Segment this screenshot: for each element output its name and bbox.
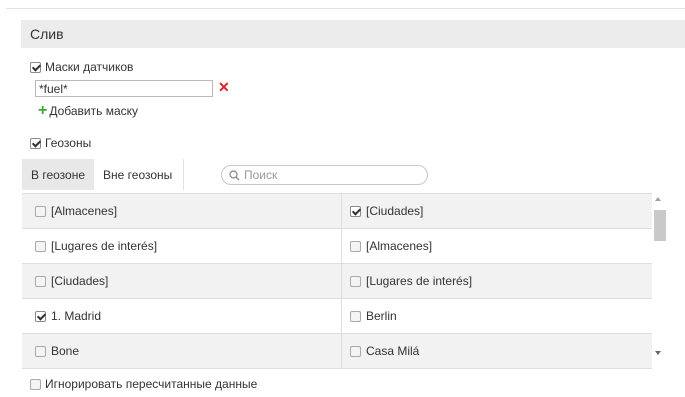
geozone-checkbox[interactable] [350, 345, 361, 357]
add-mask-label: Добавить маску [49, 104, 139, 118]
list-item[interactable]: [Lugares de interés] [341, 264, 652, 298]
geozone-checkbox[interactable] [350, 275, 361, 287]
scroll-thumb[interactable] [654, 210, 666, 241]
list-item[interactable]: [Ciudades] [341, 194, 652, 228]
list-item[interactable]: [Almacenes] [341, 229, 652, 263]
list-item[interactable]: Berlin [341, 299, 652, 333]
geozones-option[interactable]: Геозоны [30, 136, 91, 150]
geozone-label: 1. Madrid [51, 309, 102, 323]
list-item[interactable]: Casa Milá [341, 334, 652, 368]
geozone-label: [Ciudades] [51, 274, 109, 288]
geozone-label: Bone [51, 344, 80, 358]
geozones-checkbox[interactable] [30, 137, 41, 149]
sensor-masks-option[interactable]: Маски датчиков [30, 60, 133, 74]
geozone-label: [Almacenes] [51, 204, 118, 218]
section-header: Слив [21, 20, 685, 48]
geozone-label: [Lugares de interés] [366, 274, 473, 288]
sensor-masks-label: Маски датчиков [45, 60, 134, 74]
geozone-search[interactable] [221, 165, 428, 185]
list-scrollbar[interactable] [652, 193, 666, 365]
scroll-up-icon[interactable] [655, 197, 661, 201]
geozone-checkbox[interactable] [350, 205, 361, 217]
table-row: [Ciudades] [Lugares de interés] [22, 264, 652, 299]
list-item[interactable]: [Almacenes] [22, 194, 341, 228]
ignore-recalculated-label: Игнорировать пересчитанные данные [45, 377, 258, 391]
geozone-label: [Ciudades] [366, 204, 424, 218]
geozone-label: [Almacenes] [366, 239, 433, 253]
geozone-tabs: В геозоне Вне геозоны [22, 159, 191, 190]
table-row: [Lugares de interés] [Almacenes] [22, 229, 652, 264]
search-input[interactable] [244, 168, 414, 182]
list-item[interactable]: 1. Madrid [22, 299, 341, 333]
geozone-label: [Lugares de interés] [51, 239, 158, 253]
table-row: Bone Casa Milá [22, 334, 652, 369]
geozone-checkbox[interactable] [350, 240, 361, 252]
tab-in-geozone[interactable]: В геозоне [22, 159, 95, 190]
close-icon[interactable]: ✕ [218, 79, 230, 96]
geozone-checkbox[interactable] [35, 240, 46, 252]
top-divider [6, 8, 685, 9]
geozones-label: Геозоны [45, 136, 92, 150]
tab-out-geozone[interactable]: Вне геозоны [94, 159, 181, 190]
geozone-checkbox[interactable] [35, 205, 46, 217]
geozone-label: Berlin [366, 309, 397, 323]
geozone-checkbox[interactable] [35, 345, 46, 357]
geozone-label: Casa Milá [366, 344, 420, 358]
search-icon [229, 169, 240, 180]
ignore-recalculated-option[interactable]: Игнорировать пересчитанные данные [30, 377, 257, 391]
list-item[interactable]: [Ciudades] [22, 264, 341, 298]
scroll-down-icon[interactable] [655, 351, 661, 355]
section-title: Слив [30, 26, 64, 42]
geozone-checkbox[interactable] [35, 275, 46, 287]
geozone-list: [Almacenes] [Ciudades] [Lugares de inter… [22, 193, 652, 369]
plus-icon: + [38, 102, 48, 119]
ignore-recalculated-checkbox[interactable] [30, 378, 41, 390]
add-mask-button[interactable]: + Добавить маску [38, 102, 139, 119]
table-row: [Almacenes] [Ciudades] [22, 194, 652, 229]
table-row: 1. Madrid Berlin [22, 299, 652, 334]
sensor-masks-checkbox[interactable] [30, 61, 41, 73]
list-item[interactable]: [Lugares de interés] [22, 229, 341, 263]
list-item[interactable]: Bone [22, 334, 341, 368]
tab-divider [183, 159, 185, 190]
sensor-mask-input[interactable] [35, 80, 213, 97]
geozone-checkbox[interactable] [35, 310, 46, 322]
geozone-checkbox[interactable] [350, 310, 361, 322]
